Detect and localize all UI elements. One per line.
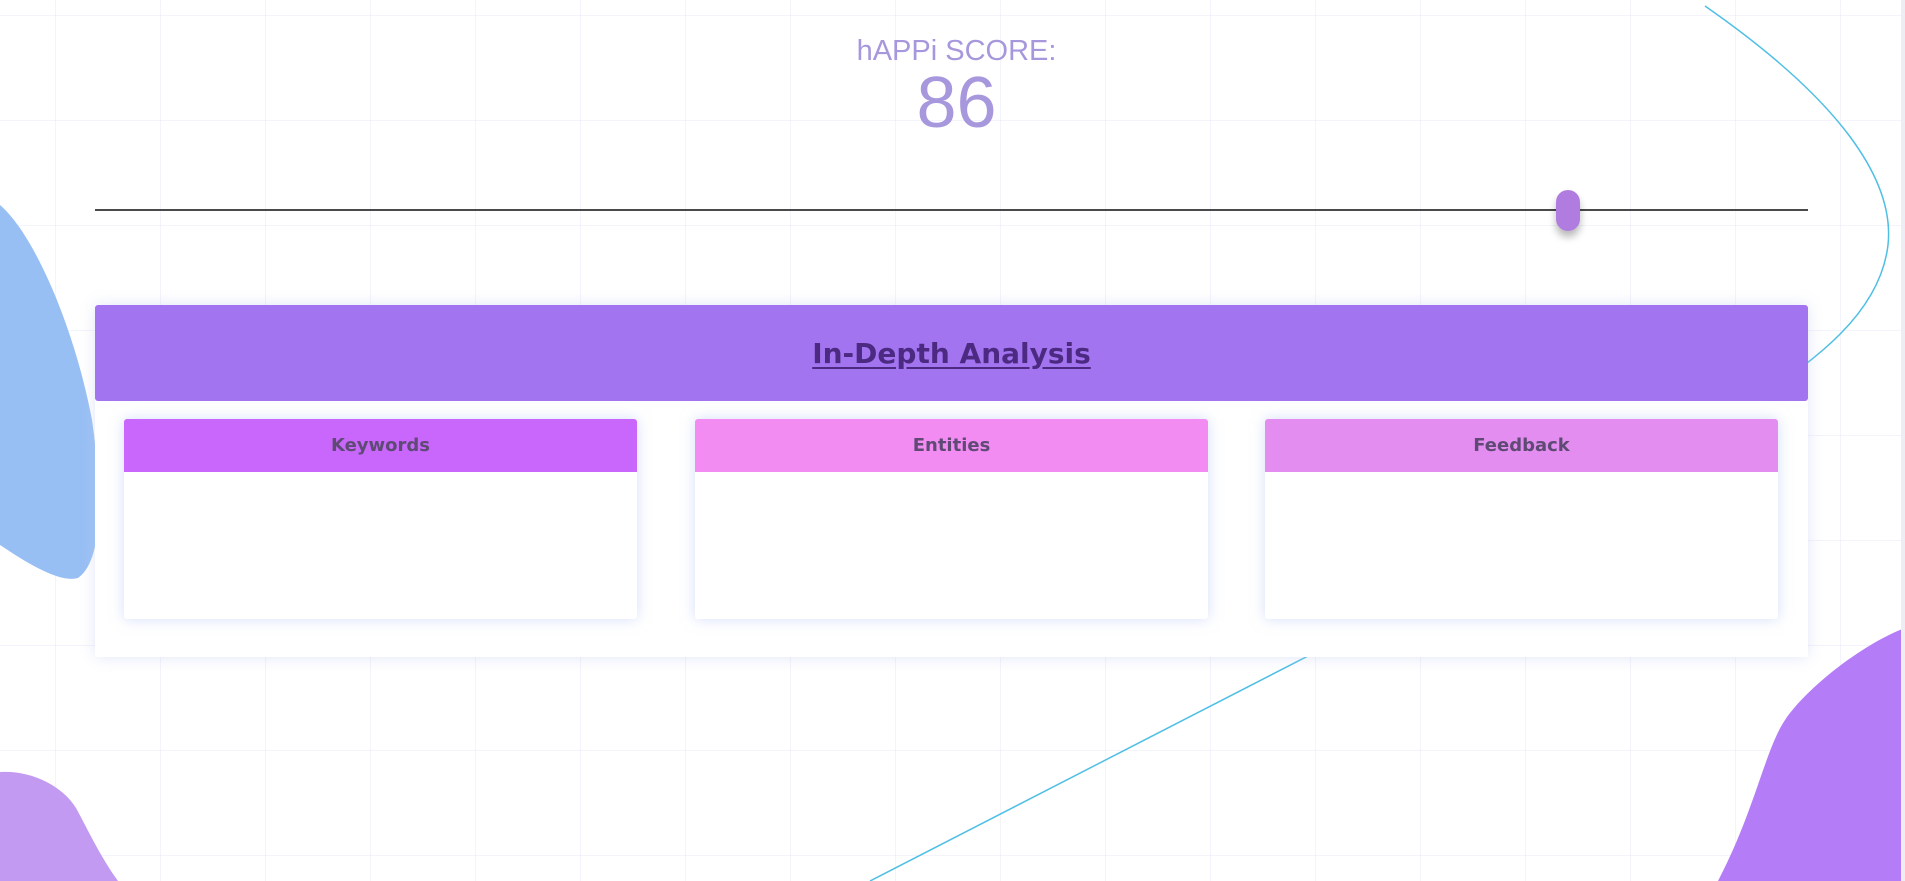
slider-track[interactable]: [95, 209, 1808, 211]
keywords-card-header: Keywords: [124, 419, 637, 472]
slider-thumb[interactable]: [1556, 190, 1580, 231]
keywords-card: Keywords: [124, 419, 637, 619]
entities-title: Entities: [912, 435, 991, 456]
entities-card-header: Entities: [695, 419, 1208, 472]
in-depth-analysis-panel: In-Depth Analysis Keywords Entities Feed…: [95, 305, 1808, 657]
feedback-title: Feedback: [1473, 435, 1570, 456]
feedback-card: Feedback: [1265, 419, 1778, 619]
feedback-card-header: Feedback: [1265, 419, 1778, 472]
blue-blob-left: [0, 205, 99, 579]
keywords-title: Keywords: [330, 435, 431, 456]
entities-card: Entities: [695, 419, 1208, 619]
purple-blob-bottom-left: [0, 771, 118, 881]
curve-line-lower: [869, 618, 1381, 881]
analysis-title[interactable]: In-Depth Analysis: [812, 337, 1091, 370]
purple-blob-bottom-right: [1718, 628, 1905, 881]
score-value: 86: [916, 63, 997, 143]
analysis-header: In-Depth Analysis: [95, 305, 1808, 401]
score-slider[interactable]: [95, 187, 1808, 235]
score-display: hAPPi SCORE: 86: [0, 34, 1905, 142]
